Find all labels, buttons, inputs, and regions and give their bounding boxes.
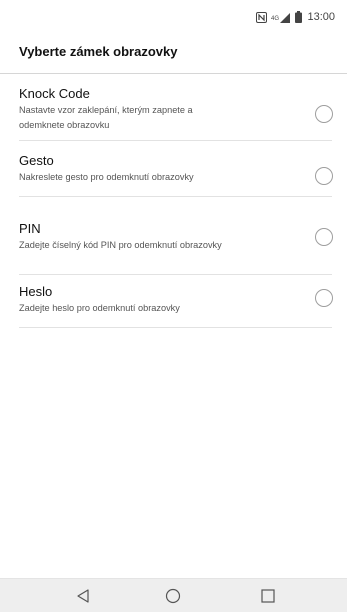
home-icon[interactable]: [163, 586, 183, 606]
battery-icon: [295, 11, 303, 23]
option-subtitle: Nakreslete gesto pro odemknutí obrazovky: [19, 172, 194, 182]
option-subtitle: Nastavte vzor zaklepání, kterým zapnete …: [19, 103, 289, 133]
option-pin[interactable]: PIN Zadejte číselný kód PIN pro odemknut…: [0, 197, 347, 274]
radio-button[interactable]: [315, 105, 333, 123]
option-title: PIN: [19, 221, 41, 236]
option-subtitle-line: Nastavte vzor zaklepání, kterým zapnete …: [19, 105, 193, 115]
page-title: Vyberte zámek obrazovky: [19, 44, 178, 59]
back-icon[interactable]: [73, 586, 93, 606]
radio-button[interactable]: [315, 167, 333, 185]
option-heslo[interactable]: Heslo Zadejte heslo pro odemknutí obrazo…: [0, 275, 347, 327]
option-gesto[interactable]: Gesto Nakreslete gesto pro odemknutí obr…: [0, 141, 347, 196]
option-title: Knock Code: [19, 86, 90, 101]
recents-icon[interactable]: [258, 586, 278, 606]
nfc-icon: [256, 11, 268, 23]
signal-icon: 4G: [271, 11, 291, 23]
option-title: Gesto: [19, 153, 54, 168]
svg-text:4G: 4G: [271, 16, 279, 22]
navigation-bar: [0, 578, 347, 612]
option-knock-code[interactable]: Knock Code Nastavte vzor zaklepání, kter…: [0, 74, 347, 140]
option-subtitle: Zadejte heslo pro odemknutí obrazovky: [19, 303, 180, 313]
radio-button[interactable]: [315, 289, 333, 307]
status-bar: 4G 13:00: [0, 0, 347, 34]
option-subtitle-line: odemknete obrazovku: [19, 120, 110, 130]
clock: 13:00: [307, 11, 335, 23]
divider: [19, 327, 332, 328]
option-title: Heslo: [19, 284, 53, 299]
screen-lock-picker: 4G 13:00 Vyberte zámek obrazovky Knock C…: [0, 0, 347, 612]
option-subtitle: Zadejte číselný kód PIN pro odemknutí ob…: [19, 240, 222, 250]
radio-button[interactable]: [315, 228, 333, 246]
